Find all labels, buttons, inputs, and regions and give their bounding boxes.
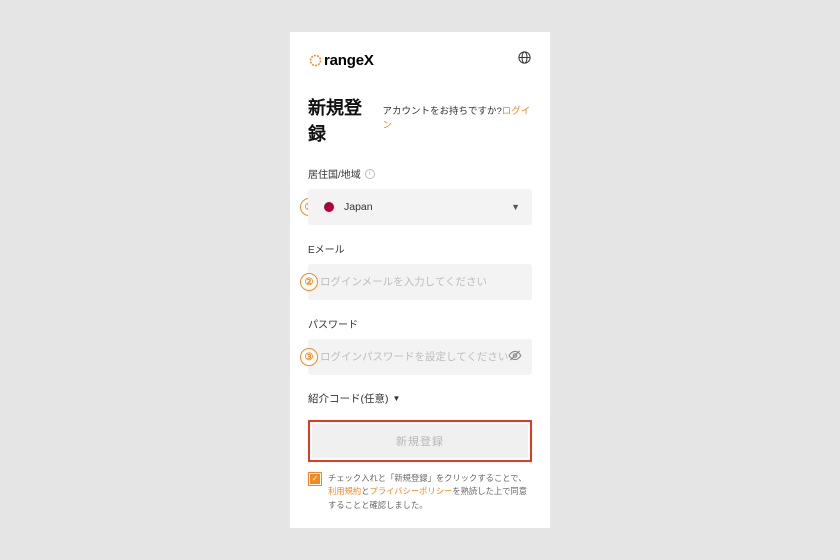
- country-selected: Japan: [344, 201, 373, 213]
- terms-row: ✓ チェック入れと「新規登録」をクリックすることで、利用規約とプライバシーポリシ…: [308, 472, 532, 512]
- submit-highlight-frame: 新規登録: [308, 420, 532, 462]
- terms-link-privacy[interactable]: プライバシーポリシー: [370, 486, 453, 496]
- caret-down-icon: ▼: [393, 394, 401, 403]
- country-select[interactable]: Japan ▼: [308, 189, 532, 225]
- logo: rangeX: [308, 52, 374, 69]
- terms-link-tos[interactable]: 利用規約: [328, 486, 361, 496]
- page-title: 新規登録: [308, 94, 376, 146]
- logo-icon: [308, 53, 323, 68]
- signup-card: rangeX 新規登録 アカウントをお持ちですか?ログイン 居住国/地域 i ①…: [290, 32, 550, 528]
- terms-text: チェック入れと「新規登録」をクリックすることで、利用規約とプライバシーポリシーを…: [328, 472, 532, 512]
- country-label: 居住国/地域 i: [308, 166, 532, 181]
- chevron-down-icon: ▼: [511, 202, 520, 212]
- step-2-badge: ②: [300, 273, 318, 291]
- submit-button[interactable]: 新規登録: [312, 424, 528, 458]
- email-input[interactable]: [308, 264, 532, 300]
- eye-off-icon[interactable]: [508, 349, 522, 366]
- title-row: 新規登録 アカウントをお持ちですか?ログイン: [308, 94, 532, 146]
- email-label: Eメール: [308, 241, 532, 256]
- password-input[interactable]: [308, 339, 532, 375]
- terms-checkbox[interactable]: ✓: [308, 472, 322, 486]
- referral-toggle[interactable]: 紹介コード(任意)▼: [308, 391, 532, 406]
- japan-flag-icon: [324, 202, 334, 212]
- language-icon[interactable]: [517, 50, 532, 70]
- step-3-badge: ③: [300, 348, 318, 366]
- password-label: パスワード: [308, 316, 532, 331]
- header: rangeX: [308, 50, 532, 70]
- info-icon[interactable]: i: [365, 169, 375, 179]
- login-prompt: アカウントをお持ちですか?ログイン: [382, 103, 532, 131]
- check-icon: ✓: [310, 474, 320, 484]
